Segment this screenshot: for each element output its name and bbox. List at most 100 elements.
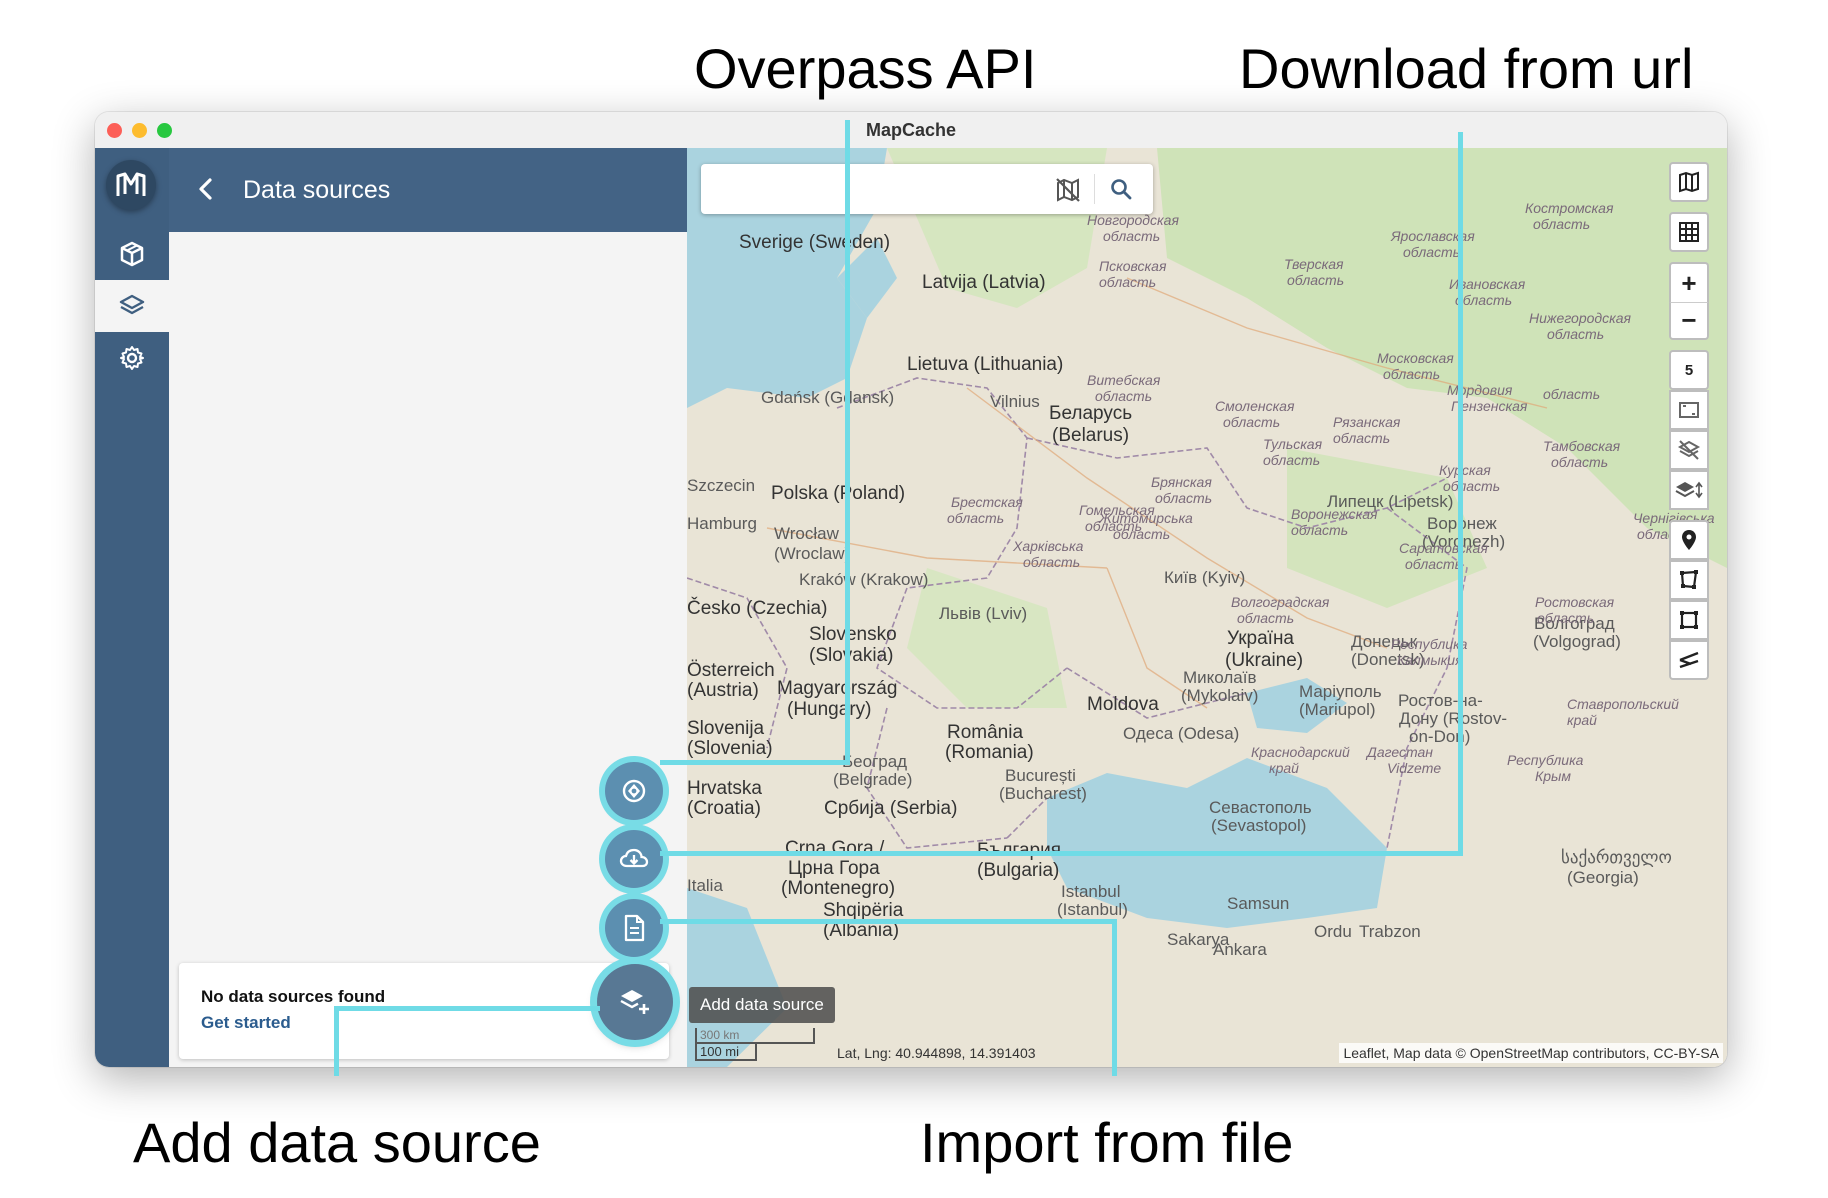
map-region-label: край	[1567, 712, 1597, 728]
layer-order-button[interactable]	[1669, 470, 1709, 510]
map-region-label: Рязанская	[1333, 414, 1401, 430]
map-region-label: область	[1455, 292, 1513, 308]
map-off-icon[interactable]	[1055, 177, 1081, 203]
download-from-url-button[interactable]	[605, 830, 663, 888]
map-label: (Slovakia)	[809, 645, 894, 666]
import-from-file-button[interactable]	[605, 899, 663, 957]
map-region-label: Республика	[1391, 636, 1468, 652]
map-region-label: Новгородская	[1087, 212, 1179, 228]
map-search-input[interactable]	[711, 172, 1045, 208]
map-label: (Mariupol)	[1299, 700, 1376, 719]
callout-overpass-api: Overpass API	[694, 37, 1037, 100]
map-icon	[1679, 171, 1699, 193]
connector-download-horizontal	[660, 851, 1463, 856]
map-region-label: область	[1155, 490, 1213, 506]
layers-off-button[interactable]	[1669, 430, 1709, 470]
search-icon[interactable]	[1109, 177, 1133, 201]
minus-icon: −	[1681, 305, 1697, 335]
map-region-label: область	[1333, 430, 1391, 446]
overpass-api-button[interactable]	[605, 762, 663, 820]
map-region-label: область	[1383, 366, 1441, 382]
connector-download-vertical	[1458, 132, 1463, 856]
scale-mi: 100 mi	[695, 1044, 757, 1061]
draw-rectangle-button[interactable]	[1669, 600, 1709, 640]
map-region-label: область	[947, 510, 1005, 526]
map-label: Vilnius	[990, 392, 1040, 411]
map-label: Moldova	[1087, 694, 1159, 715]
map-label: (Slovenia)	[687, 738, 773, 759]
map-region-label: область	[1223, 414, 1281, 430]
draw-line-button[interactable]	[1669, 640, 1709, 680]
grid-icon	[1679, 222, 1699, 242]
map-region-label: область	[1543, 386, 1601, 402]
app-logo[interactable]	[106, 160, 156, 210]
map-label: Lietuva (Lithuania)	[907, 354, 1064, 375]
map-label: (Belgrade)	[833, 770, 913, 789]
map-region-label: Курская	[1439, 462, 1491, 478]
map-region-label: Воронежская	[1291, 506, 1378, 522]
draw-polygon-button[interactable]	[1669, 560, 1709, 600]
map-region-label: Республика	[1507, 752, 1584, 768]
nav-item-data-sources[interactable]	[95, 280, 169, 332]
nav-item-projects[interactable]	[95, 228, 169, 280]
fit-extent-button[interactable]	[1669, 390, 1709, 430]
map-region-label: Брестская	[951, 494, 1023, 510]
map-region-label: Смоленская	[1215, 398, 1295, 414]
map-label: Hamburg	[687, 514, 757, 533]
map-label: Маріуполь	[1299, 682, 1382, 701]
map-label: (Montenegro)	[781, 878, 896, 899]
map-region-label: область	[1403, 244, 1461, 260]
map-region-label: Vidzeme	[1387, 760, 1442, 776]
callout-import-from-file: Import from file	[920, 1111, 1294, 1174]
map-region-label: Тверская	[1284, 256, 1344, 272]
add-data-source-button[interactable]	[597, 964, 673, 1040]
map-view[interactable]: Sverige (Sweden) Latvija (Latvia) Lietuv…	[687, 148, 1727, 1067]
map-label: Kraków (Krakow)	[799, 570, 929, 589]
map-label: Београд	[842, 752, 908, 771]
map-label: Crna Gora /	[785, 838, 885, 859]
map-region-label: область	[1023, 554, 1081, 570]
map-region-label: Житомирська	[1099, 510, 1193, 526]
map-search-bar	[701, 164, 1153, 214]
connector-import-horizontal	[660, 919, 1117, 924]
map-label: (Croatia)	[687, 798, 761, 819]
layer-order-icon	[1675, 481, 1703, 499]
map-label: Gdańsk (Gdansk)	[761, 388, 895, 407]
map-region-label: область	[1263, 452, 1321, 468]
back-arrow-icon[interactable]	[191, 174, 221, 204]
gear-icon	[120, 346, 144, 370]
map-label: Миколаїв	[1183, 668, 1257, 687]
map-region-label: область	[1291, 522, 1349, 538]
polyline-icon	[1679, 651, 1699, 669]
empty-state-title: No data sources found	[201, 987, 386, 1006]
map-region-label: Брянская	[1151, 474, 1212, 490]
grid-overlay-button[interactable]	[1669, 212, 1709, 252]
file-document-icon	[624, 914, 645, 942]
draw-point-button[interactable]	[1669, 520, 1709, 560]
map-label: Szczecin	[687, 476, 756, 495]
connector-add-vertical	[334, 1006, 339, 1076]
map-label: Црна Гора	[788, 858, 880, 879]
zoom-in-button[interactable]: +	[1669, 262, 1709, 302]
map-region-label: Московская	[1377, 350, 1454, 366]
get-started-link[interactable]: Get started	[201, 1013, 291, 1033]
layers-icon	[119, 294, 145, 315]
polygon-icon	[1680, 570, 1698, 589]
map-label: Polska (Poland)	[771, 483, 906, 504]
map-marker-icon	[1682, 530, 1696, 550]
map-attribution[interactable]: Leaflet, Map data © OpenStreetMap contri…	[1339, 1043, 1723, 1063]
layer-plus-icon	[620, 990, 649, 1014]
zoom-out-button[interactable]: −	[1669, 302, 1709, 340]
map-label: Istanbul	[1061, 882, 1121, 901]
map-region-label: область	[1551, 454, 1609, 470]
map-region-label: область	[1443, 478, 1501, 494]
map-label: (Romania)	[945, 742, 1034, 763]
map-label: Trabzon	[1359, 922, 1421, 941]
basemap-button[interactable]	[1669, 162, 1709, 202]
connector-add-horizontal	[334, 1006, 600, 1011]
map-label: Wrocław	[774, 524, 839, 543]
map-label: (Bucharest)	[999, 784, 1087, 803]
window-title: MapCache	[865, 120, 957, 140]
nav-item-settings[interactable]	[95, 332, 169, 384]
map-label: Magyarország	[777, 678, 898, 699]
